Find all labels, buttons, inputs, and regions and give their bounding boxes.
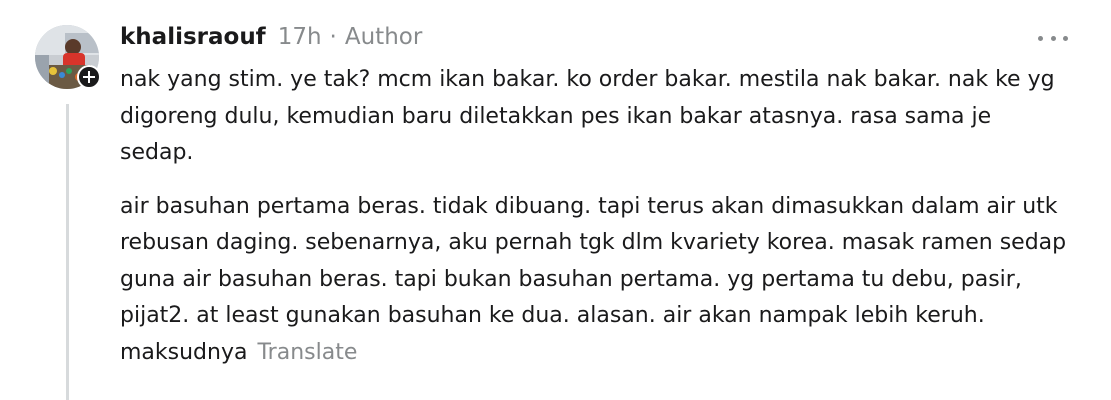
thread-line[interactable] — [66, 104, 69, 400]
timestamp[interactable]: 17h — [278, 24, 322, 50]
more-options-icon — [1038, 35, 1043, 41]
more-options-button[interactable] — [1038, 28, 1068, 48]
more-options-icon — [1063, 35, 1068, 41]
plus-icon — [83, 71, 95, 83]
author-badge: Author — [344, 24, 423, 50]
author-username[interactable]: khalisraouf — [120, 24, 266, 50]
comment-paragraph: nak yang stim. ye tak? mcm ikan bakar. k… — [120, 67, 1055, 165]
translate-button[interactable]: Translate — [257, 340, 357, 365]
separator-dot: · — [329, 24, 337, 50]
comment-body: nak yang stim. ye tak? mcm ikan bakar. k… — [120, 62, 1070, 371]
comment: khalisraouf 17h · Author nak yang stim. … — [0, 0, 1111, 400]
comment-paragraph: air basuhan pertama beras. tidak dibuang… — [120, 189, 1070, 372]
more-options-icon — [1050, 35, 1056, 41]
comment-paragraph-text: air basuhan pertama beras. tidak dibuang… — [120, 193, 1067, 365]
expand-thread-button[interactable] — [77, 65, 101, 89]
comment-header: khalisraouf 17h · Author — [120, 24, 422, 54]
